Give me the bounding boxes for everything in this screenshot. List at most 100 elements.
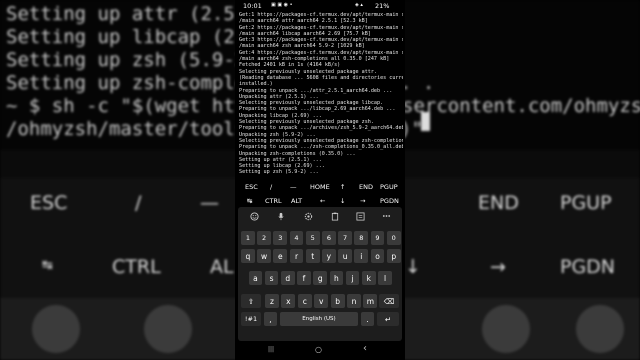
key-s[interactable]: s bbox=[264, 271, 279, 285]
key-u[interactable]: u bbox=[338, 249, 352, 263]
key-5[interactable]: 5 bbox=[305, 231, 320, 245]
phone-screen: 10:01 ▣ ▣ ◉ • ◈ ▴ 21% Get:1 https://pack… bbox=[235, 0, 405, 360]
key-4[interactable]: 4 bbox=[289, 231, 304, 245]
comma-key[interactable]: , bbox=[264, 312, 277, 326]
settings-icon[interactable] bbox=[298, 210, 318, 222]
key-p[interactable]: p bbox=[386, 249, 401, 263]
space-bar[interactable]: English (US) bbox=[280, 312, 358, 326]
key-e[interactable]: e bbox=[273, 249, 288, 263]
key-a[interactable]: a bbox=[248, 271, 263, 285]
backspace-key[interactable]: ⌫ bbox=[379, 294, 399, 308]
status-bar: 10:01 ▣ ▣ ◉ • ◈ ▴ 21% bbox=[235, 0, 405, 12]
key-down-arrow[interactable]: ↓ bbox=[340, 197, 345, 205]
key-f[interactable]: f bbox=[297, 271, 311, 285]
key-pgdn[interactable]: PGDN bbox=[380, 197, 399, 205]
key-ctrl[interactable]: CTRL bbox=[265, 197, 282, 205]
key-q[interactable]: q bbox=[241, 249, 255, 263]
key-right-arrow[interactable]: → bbox=[360, 197, 365, 205]
key-left-arrow[interactable]: ← bbox=[320, 197, 325, 205]
enter-key[interactable]: ↵ bbox=[377, 312, 399, 326]
period-key[interactable]: . bbox=[361, 312, 374, 326]
key-g[interactable]: g bbox=[313, 271, 328, 285]
extra-keys-row-2: ↹ CTRL ALT ← ↓ → PGDN bbox=[235, 194, 405, 208]
key-m[interactable]: m bbox=[363, 294, 378, 308]
bg-key: — bbox=[200, 192, 219, 214]
key-n[interactable]: n bbox=[347, 294, 361, 308]
soft-keyboard: 1234567890 qwertyuiop asdfghjkl ⇧ zxcvbn… bbox=[238, 207, 402, 341]
bg-line: Setting up zsh-complet bbox=[6, 72, 258, 94]
key-1[interactable]: 1 bbox=[241, 231, 255, 245]
key-tab[interactable]: ↹ bbox=[247, 197, 252, 205]
key-3[interactable]: 3 bbox=[273, 231, 288, 245]
bg-cursor bbox=[421, 112, 430, 131]
home-button[interactable]: ○ bbox=[315, 345, 322, 354]
shift-key[interactable]: ⇧ bbox=[241, 294, 261, 308]
more-icon[interactable] bbox=[376, 210, 396, 222]
key-8[interactable]: 8 bbox=[354, 231, 369, 245]
key-7[interactable]: 7 bbox=[338, 231, 352, 245]
key-dash[interactable]: — bbox=[290, 183, 297, 191]
recents-button[interactable]: ||| bbox=[268, 346, 274, 353]
bg-line: /ohmyzsh/master/tools/ bbox=[6, 118, 258, 140]
key-i[interactable]: i bbox=[354, 249, 369, 263]
extra-keys-row-1: ESC / — HOME ↑ END PGUP bbox=[235, 180, 405, 194]
mode-icon[interactable] bbox=[350, 210, 370, 222]
back-button[interactable]: ‹ bbox=[363, 343, 367, 354]
key-alt[interactable]: ALT bbox=[291, 197, 302, 205]
key-home[interactable]: HOME bbox=[310, 183, 330, 191]
wifi-signal-icon: ◈ ▴ bbox=[355, 2, 363, 8]
bg-line: Setting up zsh (5.9-2) bbox=[6, 49, 258, 71]
terminal-line: Setting up zsh (5.9-2) ... bbox=[239, 169, 319, 175]
key-r[interactable]: r bbox=[289, 249, 304, 263]
terminal-output[interactable]: Get:1 https://packages-cf.termux.dev/apt… bbox=[239, 12, 403, 175]
key-t[interactable]: t bbox=[305, 249, 320, 263]
battery-level: 21% bbox=[375, 2, 390, 10]
mic-icon[interactable] bbox=[271, 210, 291, 222]
key-j[interactable]: j bbox=[345, 271, 360, 285]
terminal-line: Preparing to unpack .../zsh-completions_… bbox=[239, 144, 403, 151]
key-l[interactable]: l bbox=[378, 271, 392, 285]
key-y[interactable]: y bbox=[322, 249, 336, 263]
key-9[interactable]: 9 bbox=[370, 231, 385, 245]
key-h[interactable]: h bbox=[329, 271, 344, 285]
key-pgup[interactable]: PGUP bbox=[380, 183, 398, 191]
symbols-key[interactable]: !#1 bbox=[241, 312, 261, 326]
clipboard-icon[interactable] bbox=[325, 210, 345, 222]
bg-key: CTRL bbox=[112, 256, 161, 278]
bg-key: ↓ bbox=[405, 256, 421, 278]
key-2[interactable]: 2 bbox=[257, 231, 271, 245]
key-0[interactable]: 0 bbox=[386, 231, 401, 245]
bg-dots: . . bbox=[400, 72, 435, 94]
terminal-line: Preparing to unpack .../archives/zsh_5.9… bbox=[239, 125, 403, 132]
key-slash[interactable]: / bbox=[270, 183, 272, 191]
key-esc[interactable]: ESC bbox=[245, 183, 258, 191]
key-d[interactable]: d bbox=[280, 271, 295, 285]
bg-line: Setting up attr (2.5.1 bbox=[6, 3, 258, 25]
key-w[interactable]: w bbox=[257, 249, 271, 263]
key-x[interactable]: x bbox=[281, 294, 296, 308]
bg-search-icon bbox=[482, 305, 530, 353]
bg-emoji-icon bbox=[32, 305, 80, 353]
key-c[interactable]: c bbox=[297, 294, 312, 308]
bg-key: → bbox=[490, 256, 506, 278]
bg-more-icon bbox=[576, 305, 624, 353]
bg-key: PGUP bbox=[560, 192, 612, 214]
status-time: 10:01 bbox=[243, 2, 262, 10]
bg-key: PGDN bbox=[560, 256, 616, 278]
bg-key: AL bbox=[210, 256, 234, 278]
bg-key: / bbox=[135, 192, 142, 214]
bg-line: ~ $ sh -c "$(wget http bbox=[6, 95, 258, 117]
emoji-icon[interactable] bbox=[244, 210, 264, 222]
bg-fragment: sercontent.com/ohmyzsh bbox=[402, 95, 640, 117]
key-k[interactable]: k bbox=[361, 271, 376, 285]
bg-tab-icon: ↹ bbox=[42, 258, 53, 273]
key-z[interactable]: z bbox=[265, 294, 279, 308]
key-end[interactable]: END bbox=[359, 183, 373, 191]
bg-line: Setting up libcap (2.6 bbox=[6, 26, 258, 48]
key-b[interactable]: b bbox=[330, 294, 345, 308]
key-o[interactable]: o bbox=[370, 249, 385, 263]
key-up-arrow[interactable]: ↑ bbox=[340, 183, 345, 191]
key-v[interactable]: v bbox=[314, 294, 329, 308]
terminal-line: Preparing to unpack .../libcap_2.69_aarc… bbox=[239, 106, 396, 113]
key-6[interactable]: 6 bbox=[322, 231, 336, 245]
